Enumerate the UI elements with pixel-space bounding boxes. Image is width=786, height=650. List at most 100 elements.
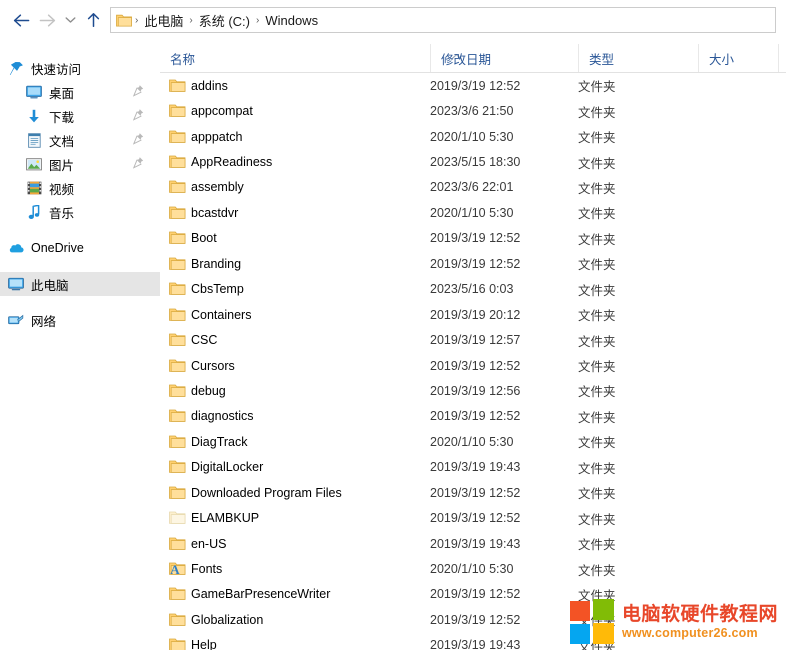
file-type: 文件夹 <box>578 283 616 298</box>
column-header-name[interactable]: 名称 <box>160 44 430 72</box>
column-header-type[interactable]: 类型 <box>578 44 698 72</box>
fonts-folder-icon: A <box>169 561 186 577</box>
file-type: 文件夹 <box>578 181 616 196</box>
column-header-label: 类型 <box>589 52 615 67</box>
column-header-row: 名称 修改日期 类型 大小 <box>160 44 786 73</box>
file-row[interactable]: A Fonts 2020/1/10 5:30 文件夹 <box>160 556 786 581</box>
file-name: apppatch <box>191 129 243 144</box>
sidebar-item-label: 桌面 <box>49 86 75 101</box>
file-date: 2019/3/19 12:56 <box>430 383 521 398</box>
folder-icon <box>169 332 186 348</box>
file-name: debug <box>191 383 226 398</box>
address-bar[interactable]: › 此电脑 › 系统 (C:) › Windows <box>110 7 776 33</box>
breadcrumb-item-this-pc[interactable]: 此电脑 <box>139 10 188 31</box>
file-row[interactable]: Boot 2019/3/19 12:52 文件夹 <box>160 226 786 251</box>
file-row[interactable]: Downloaded Program Files 2019/3/19 12:52 文… <box>160 480 786 505</box>
folder-icon <box>116 13 132 27</box>
file-row[interactable]: assembly 2023/3/6 22:01 文件夹 <box>160 175 786 200</box>
folder-icon <box>169 78 186 94</box>
file-list[interactable]: addins 2019/3/19 12:52 文件夹 appcompat 2023/3/… <box>160 73 786 650</box>
file-type: 文件夹 <box>578 538 616 553</box>
file-row[interactable]: addins 2019/3/19 12:52 文件夹 <box>160 73 786 98</box>
folder-icon <box>169 358 186 374</box>
file-type: 文件夹 <box>578 461 616 476</box>
file-row[interactable]: CbsTemp 2023/5/16 0:03 文件夹 <box>160 277 786 302</box>
file-row[interactable]: GameBarPresenceWriter 2019/3/19 12:52 文件夹 <box>160 582 786 607</box>
file-row[interactable]: apppatch 2020/1/10 5:30 文件夹 <box>160 124 786 149</box>
sidebar-item-network[interactable]: 网络 <box>0 308 160 332</box>
folder-icon <box>169 586 186 602</box>
file-type: 文件夹 <box>578 258 616 273</box>
file-name: DigitalLocker <box>191 460 264 475</box>
file-date: 2023/3/6 22:01 <box>430 180 514 195</box>
file-type: 文件夹 <box>578 105 616 120</box>
file-type: 文件夹 <box>578 207 616 222</box>
folder-icon <box>169 408 186 424</box>
up-one-level-button[interactable] <box>80 5 106 35</box>
file-date: 2019/3/19 12:52 <box>430 358 521 373</box>
sidebar-item-this-pc[interactable]: 此电脑 <box>0 272 160 296</box>
sidebar-item-music[interactable]: 音乐 <box>0 200 160 224</box>
file-row[interactable]: en-US 2019/3/19 19:43 文件夹 <box>160 531 786 556</box>
file-name: DiagTrack <box>191 434 248 449</box>
column-header-size[interactable]: 大小 <box>698 44 778 72</box>
recent-locations-button[interactable] <box>60 5 80 35</box>
file-date: 2023/3/6 21:50 <box>430 104 514 119</box>
sidebar-item-pictures[interactable]: 图片 <box>0 152 160 176</box>
file-date: 2020/1/10 5:30 <box>430 205 514 220</box>
folder-icon <box>169 612 186 628</box>
file-row[interactable]: bcastdvr 2020/1/10 5:30 文件夹 <box>160 200 786 225</box>
network-icon <box>8 312 24 328</box>
file-date: 2020/1/10 5:30 <box>430 434 514 449</box>
folder-icon <box>169 103 186 119</box>
sidebar-item-label: 下载 <box>49 110 75 125</box>
file-row[interactable]: DiagTrack 2020/1/10 5:30 文件夹 <box>160 429 786 454</box>
file-date: 2019/3/19 12:57 <box>430 333 521 348</box>
file-row[interactable]: Containers 2019/3/19 20:12 文件夹 <box>160 302 786 327</box>
file-row[interactable]: Globalization 2019/3/19 12:52 文件夹 <box>160 607 786 632</box>
file-type: 文件夹 <box>578 639 616 650</box>
sidebar-item-quick-access[interactable]: 快速访问 <box>0 56 160 80</box>
music-icon <box>26 204 42 220</box>
sidebar-item-label: 音乐 <box>49 206 75 221</box>
file-row[interactable]: CSC 2019/3/19 12:57 文件夹 <box>160 327 786 352</box>
file-row[interactable]: Branding 2019/3/19 12:52 文件夹 <box>160 251 786 276</box>
file-row[interactable]: debug 2019/3/19 12:56 文件夹 <box>160 378 786 403</box>
file-date: 2019/3/19 12:52 <box>430 612 521 627</box>
folder-icon <box>169 383 186 399</box>
folder-icon <box>169 154 186 170</box>
column-header-label: 大小 <box>709 52 735 67</box>
pin-icon[interactable] <box>132 109 144 124</box>
back-button[interactable] <box>8 5 34 35</box>
file-row[interactable]: appcompat 2023/3/6 21:50 文件夹 <box>160 98 786 123</box>
sidebar-item-desktop[interactable]: 桌面 <box>0 80 160 104</box>
breadcrumb-item-windows[interactable]: Windows <box>260 12 323 29</box>
sidebar-item-onedrive[interactable]: OneDrive <box>0 236 160 260</box>
file-date: 2019/3/19 12:52 <box>430 78 521 93</box>
sidebar-item-documents[interactable]: 文档 <box>0 128 160 152</box>
file-type: 文件夹 <box>578 487 616 502</box>
file-row[interactable]: AppReadiness 2023/5/15 18:30 文件夹 <box>160 149 786 174</box>
file-name: ELAMBKUP <box>191 511 260 526</box>
file-row[interactable]: Help 2019/3/19 19:43 文件夹 <box>160 633 786 650</box>
file-name: appcompat <box>191 104 253 119</box>
sidebar-item-videos[interactable]: 视频 <box>0 176 160 200</box>
file-row[interactable]: diagnostics 2019/3/19 12:52 文件夹 <box>160 404 786 429</box>
file-row[interactable]: Cursors 2019/3/19 12:52 文件夹 <box>160 353 786 378</box>
forward-button[interactable] <box>34 5 60 35</box>
sidebar-item-downloads[interactable]: 下载 <box>0 104 160 128</box>
pin-icon[interactable] <box>132 157 144 172</box>
breadcrumb-item-system-c[interactable]: 系统 (C:) <box>194 10 255 31</box>
file-name: Containers <box>191 307 252 322</box>
pin-icon[interactable] <box>132 85 144 100</box>
folder-icon <box>169 536 186 552</box>
file-name: Globalization <box>191 612 264 627</box>
onedrive-cloud-icon <box>8 240 24 256</box>
file-type: 文件夹 <box>578 436 616 451</box>
column-header-date-modified[interactable]: 修改日期 <box>430 44 578 72</box>
sidebar-item-label: 此电脑 <box>31 278 69 293</box>
file-row[interactable]: DigitalLocker 2019/3/19 19:43 文件夹 <box>160 455 786 480</box>
pin-icon[interactable] <box>132 133 144 148</box>
file-row[interactable]: ELAMBKUP 2019/3/19 12:52 文件夹 <box>160 505 786 530</box>
file-name: Branding <box>191 256 242 271</box>
